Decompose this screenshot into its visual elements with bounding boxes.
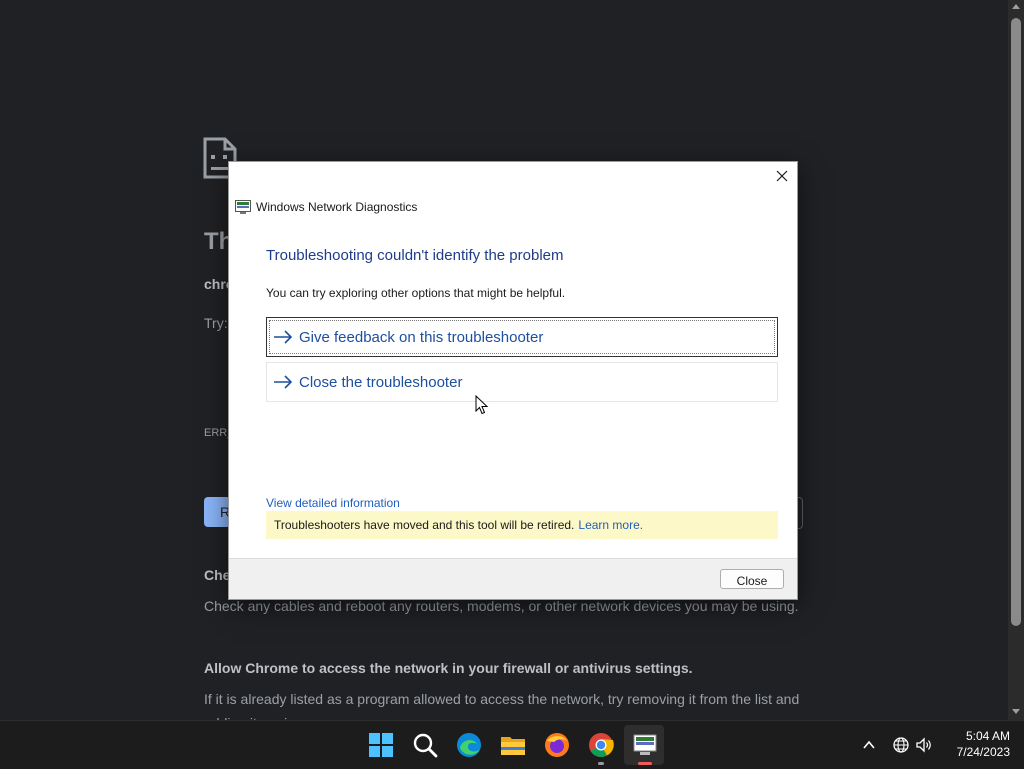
dialog-title: Windows Network Diagnostics <box>256 200 418 214</box>
start-icon[interactable] <box>367 731 395 759</box>
taskbar: 5:04 AM 7/24/2023 <box>0 720 1024 769</box>
option-label: Close the troubleshooter <box>299 373 463 391</box>
mouse-cursor-icon <box>475 395 489 415</box>
option-label: Give feedback on this troubleshooter <box>299 328 544 346</box>
try-label: Try: <box>204 315 228 331</box>
search-icon[interactable] <box>411 731 439 759</box>
scroll-thumb[interactable] <box>1011 18 1021 626</box>
scroll-down-arrow-icon[interactable] <box>1012 709 1020 714</box>
arrow-right-icon <box>274 375 293 389</box>
chevron-up-icon[interactable] <box>860 736 878 754</box>
give-feedback-option[interactable]: Give feedback on this troubleshooter <box>266 317 778 357</box>
learn-more-link[interactable]: Learn more. <box>578 518 643 532</box>
clock-date: 7/24/2023 <box>956 745 1010 759</box>
speaker-icon[interactable] <box>915 736 933 754</box>
close-troubleshooter-option[interactable]: Close the troubleshooter <box>266 362 778 402</box>
firewall-text: If it is already listed as a program all… <box>204 691 800 720</box>
close-button[interactable]: Close <box>720 569 784 589</box>
network-diagnostics-icon <box>235 200 251 214</box>
retirement-notice-text: Troubleshooters have moved and this tool… <box>274 518 575 532</box>
chrome-running-indicator <box>598 762 604 765</box>
dialog-footer: Close <box>229 558 797 599</box>
page-scrollbar[interactable] <box>1008 0 1024 720</box>
globe-icon[interactable] <box>892 736 910 754</box>
retirement-notice: Troubleshooters have moved and this tool… <box>266 511 778 539</box>
check-connection-heading: Che <box>204 567 231 583</box>
firewall-heading: Allow Chrome to access the network in yo… <box>204 660 693 676</box>
dialog-titlebar: Windows Network Diagnostics <box>235 198 417 216</box>
dialog-subtext: You can try exploring other options that… <box>266 286 566 300</box>
file-explorer-icon[interactable] <box>499 731 527 759</box>
arrow-right-icon <box>274 330 293 344</box>
active-app-indicator <box>638 762 652 765</box>
chrome-icon[interactable] <box>587 731 615 759</box>
clock-time: 5:04 AM <box>965 729 1010 743</box>
scroll-up-arrow-icon[interactable] <box>1012 4 1020 9</box>
view-detailed-info-link[interactable]: View detailed information <box>266 496 400 510</box>
system-clock[interactable]: 5:04 AM 7/24/2023 <box>944 728 1010 760</box>
firefox-icon[interactable] <box>543 731 571 759</box>
dialog-heading: Troubleshooting couldn't identify the pr… <box>266 247 564 264</box>
close-icon[interactable] <box>767 162 797 190</box>
edge-icon[interactable] <box>455 731 483 759</box>
network-diagnostics-dialog: Windows Network Diagnostics Troubleshoot… <box>228 161 798 600</box>
network-diagnostics-taskbar-icon[interactable] <box>631 731 659 759</box>
